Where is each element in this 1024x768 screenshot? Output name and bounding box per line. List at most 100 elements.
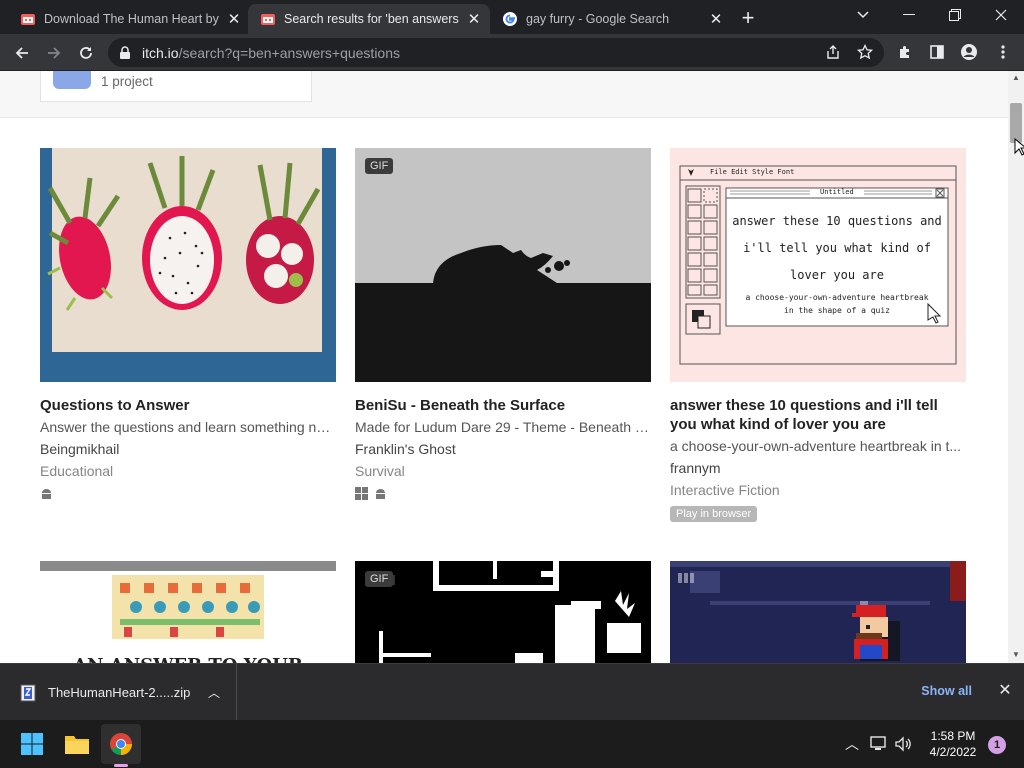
file-explorer-button[interactable] bbox=[61, 728, 93, 760]
game-cover[interactable] bbox=[40, 148, 336, 382]
volume-icon[interactable] bbox=[894, 736, 912, 752]
close-icon[interactable]: ✕ bbox=[226, 11, 242, 28]
chevron-up-icon[interactable]: ︿ bbox=[208, 684, 220, 701]
game-cover[interactable]: GIF bbox=[355, 561, 651, 663]
cover-sub-line: a choose-your-own-adventure heartbreak bbox=[745, 293, 929, 302]
running-indicator bbox=[114, 764, 128, 767]
chevron-up-icon[interactable]: ︿ bbox=[845, 734, 859, 754]
game-card[interactable] bbox=[670, 561, 966, 663]
side-panel-icon bbox=[930, 45, 944, 59]
game-card[interactable]: GIF BeniSu - Beneath the Surface Made fo… bbox=[355, 148, 651, 501]
cover-window-title: Untitled bbox=[820, 188, 854, 196]
back-arrow-icon bbox=[15, 47, 28, 59]
game-card[interactable]: AN ANSWER TO YOUR bbox=[40, 561, 336, 663]
clock-time: 1:58 PM bbox=[930, 729, 976, 743]
lock-icon[interactable] bbox=[118, 45, 132, 60]
game-genre[interactable]: Survival bbox=[355, 462, 651, 481]
forward-button[interactable] bbox=[40, 39, 68, 67]
side-panel-button[interactable] bbox=[924, 39, 950, 65]
pixel-room-image bbox=[365, 561, 641, 663]
collection-card[interactable]: 1 project bbox=[40, 71, 312, 102]
address-bar[interactable]: itch.io/search?q=ben+answers+questions bbox=[108, 38, 884, 67]
cover-heading: answer these 10 questions and i'll tell … bbox=[728, 208, 946, 289]
game-title[interactable]: Questions to Answer bbox=[40, 396, 336, 415]
network-icon[interactable] bbox=[870, 736, 888, 752]
share-button[interactable] bbox=[820, 39, 846, 65]
game-author[interactable]: Franklin's Ghost bbox=[355, 440, 651, 459]
tab-google-search[interactable]: gay furry - Google Search ✕ bbox=[490, 4, 732, 34]
minimize-button[interactable] bbox=[886, 0, 932, 30]
back-button[interactable] bbox=[8, 39, 36, 67]
game-description: Answer the questions and learn something… bbox=[40, 419, 336, 435]
game-card[interactable]: File Edit Style Font Untitled answer the… bbox=[670, 148, 966, 522]
start-button[interactable] bbox=[16, 728, 48, 760]
browser-tabstrip: Download The Human Heart by L ✕ Search r… bbox=[0, 0, 1024, 34]
chrome-taskbar-button[interactable] bbox=[105, 728, 137, 760]
tab-search-chevron-icon[interactable] bbox=[840, 0, 886, 30]
bookmark-button[interactable] bbox=[852, 39, 878, 65]
download-item[interactable]: TheHumanHeart-2.....zip ︿ bbox=[0, 664, 237, 721]
system-clock[interactable]: 1:58 PM 4/2/2022 bbox=[920, 728, 986, 760]
reload-button[interactable] bbox=[72, 39, 100, 67]
tab-human-heart[interactable]: Download The Human Heart by L ✕ bbox=[8, 4, 250, 34]
platform-icons bbox=[40, 487, 336, 501]
platform-icons bbox=[355, 487, 651, 501]
game-description: a choose-your-own-adventure heartbreak i… bbox=[670, 438, 962, 454]
scroll-down-icon[interactable]: ▼ bbox=[1012, 651, 1020, 659]
game-cover[interactable]: File Edit Style Font Untitled answer the… bbox=[670, 148, 966, 382]
notification-badge[interactable]: 1 bbox=[988, 736, 1006, 754]
game-card[interactable]: GIF bbox=[355, 561, 651, 663]
scroll-up-icon[interactable]: ▲ bbox=[1012, 74, 1020, 82]
scrollbar-thumb[interactable] bbox=[1010, 103, 1022, 143]
folder-icon bbox=[65, 736, 89, 754]
itchio-icon bbox=[261, 14, 275, 25]
project-count: 1 project bbox=[101, 74, 153, 89]
new-tab-button[interactable]: + bbox=[736, 7, 760, 31]
close-icon[interactable]: ✕ bbox=[466, 11, 482, 28]
mario-sprite-image bbox=[670, 561, 966, 663]
mouse-cursor-icon bbox=[1014, 138, 1024, 156]
browser-toolbar: itch.io/search?q=ben+answers+questions bbox=[0, 34, 1024, 71]
close-icon[interactable]: ✕ bbox=[996, 682, 1014, 700]
cover-heading-line: lover you are bbox=[790, 268, 884, 282]
tab-title: Download The Human Heart by L bbox=[44, 12, 220, 26]
close-icon[interactable]: ✕ bbox=[708, 11, 724, 28]
restore-button[interactable] bbox=[932, 0, 978, 30]
downloads-bar: TheHumanHeart-2.....zip ︿ Show all ✕ bbox=[0, 663, 1024, 721]
chrome-icon bbox=[110, 733, 132, 755]
game-author[interactable]: frannym bbox=[670, 459, 966, 478]
cover-heading-line: answer these 10 questions and bbox=[732, 214, 942, 228]
page-viewport: 1 project Questions to Answer Answer the… bbox=[0, 71, 1008, 663]
cover-subheading: a choose-your-own-adventure heartbreak i… bbox=[728, 291, 946, 317]
extensions-button[interactable] bbox=[892, 39, 918, 65]
game-card[interactable]: Questions to Answer Answer the questions… bbox=[40, 148, 336, 501]
avatar-icon bbox=[961, 44, 977, 60]
url-path: /search?q=ben+answers+questions bbox=[178, 44, 401, 61]
tab-title: Search results for 'ben answers q bbox=[284, 12, 460, 26]
window-controls bbox=[840, 0, 1024, 34]
profile-button[interactable] bbox=[956, 39, 982, 65]
game-cover[interactable]: AN ANSWER TO YOUR bbox=[40, 561, 336, 663]
collection-thumbnail bbox=[53, 71, 91, 89]
game-title[interactable]: BeniSu - Beneath the Surface bbox=[355, 396, 651, 415]
page-scrollbar[interactable]: ▲ ▼ bbox=[1008, 71, 1024, 663]
game-genre[interactable]: Educational bbox=[40, 462, 336, 481]
close-window-button[interactable] bbox=[978, 0, 1024, 30]
windows-logo-icon bbox=[21, 733, 43, 755]
tab-search-results[interactable]: Search results for 'ben answers q ✕ bbox=[248, 4, 490, 34]
url-host: itch.io bbox=[142, 44, 179, 61]
menu-button[interactable] bbox=[990, 39, 1016, 65]
android-icon bbox=[376, 489, 385, 499]
android-icon bbox=[42, 489, 51, 499]
game-genre[interactable]: Interactive Fiction bbox=[670, 481, 966, 500]
download-file-name: TheHumanHeart-2.....zip bbox=[48, 685, 191, 700]
game-cover[interactable] bbox=[670, 561, 966, 663]
cover-heading-line: i'll tell you what kind of bbox=[743, 241, 931, 255]
game-cover[interactable]: GIF bbox=[355, 148, 651, 382]
clock-date: 4/2/2022 bbox=[929, 745, 977, 759]
game-title[interactable]: answer these 10 questions and i'll tell … bbox=[670, 396, 966, 434]
game-author[interactable]: Beingmikhail bbox=[40, 440, 336, 459]
show-all-downloads-link[interactable]: Show all bbox=[921, 684, 972, 698]
reload-icon bbox=[80, 47, 92, 59]
ink-splash-image bbox=[355, 245, 651, 382]
